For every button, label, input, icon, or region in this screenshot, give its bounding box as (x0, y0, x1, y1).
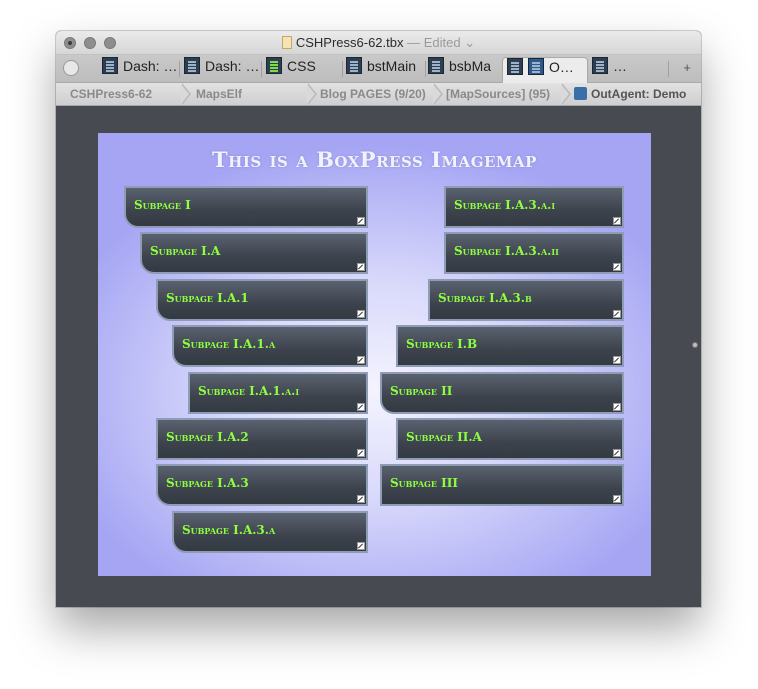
edited-status[interactable]: — Edited (407, 35, 460, 50)
imagemap-box-subpage-ii-a[interactable]: Subpage II.A (396, 418, 624, 460)
breadcrumb-separator-icon (181, 83, 192, 105)
tab-dash-1[interactable]: Dash: … (102, 57, 178, 81)
external-link-icon (613, 403, 621, 411)
document-list-icon (507, 58, 523, 75)
imagemap-box-subpage-i[interactable]: Subpage I (124, 186, 368, 228)
external-link-icon (613, 495, 621, 503)
resize-handle[interactable] (692, 342, 698, 348)
window-title: CSHPress6-62.tbx — Edited ⌄ (56, 35, 701, 51)
tab-bsbmain[interactable]: bsbMa (428, 57, 500, 81)
tab-more[interactable]: … (592, 57, 652, 81)
breadcrumb-separator-icon (433, 83, 444, 105)
outline-icon (574, 87, 587, 100)
box-label: Subpage II.A (406, 430, 482, 444)
main-canvas: This is a BoxPress Imagemap Subpage I Su… (56, 106, 701, 607)
box-label: Subpage I.A.1.a (182, 337, 276, 351)
imagemap-box-subpage-i-a-1-a-i[interactable]: Subpage I.A.1.a.i (188, 372, 368, 414)
imagemap-box-subpage-iii[interactable]: Subpage III (380, 464, 624, 506)
box-label: Subpage III (390, 476, 458, 490)
breadcrumb-item-label: OutAgent: Demo (591, 87, 687, 101)
imagemap-box-subpage-i-a-3-a-ii[interactable]: Subpage I.A.3.a.ii (444, 232, 624, 274)
box-label: Subpage I.B (406, 337, 478, 351)
document-list-icon (346, 57, 362, 74)
external-link-icon (613, 449, 621, 457)
external-link-icon (357, 310, 365, 318)
external-link-icon (357, 217, 365, 225)
document-list-icon (102, 57, 118, 74)
box-label: Subpage I.A.3.b (438, 291, 532, 305)
tab-label: Dash: … (205, 58, 260, 74)
tab-label: O… (549, 59, 574, 75)
title-bar: CSHPress6-62.tbx — Edited ⌄ (56, 31, 701, 55)
document-list-icon (184, 57, 200, 74)
imagemap-box-subpage-i-b[interactable]: Subpage I.B (396, 325, 624, 367)
document-list-icon (428, 57, 444, 74)
box-label: Subpage I.A.1 (166, 291, 249, 305)
imagemap-title: This is a BoxPress Imagemap (212, 147, 537, 172)
imagemap-box-subpage-i-a-3-b[interactable]: Subpage I.A.3.b (428, 279, 624, 321)
box-label: Subpage I.A.3.a (182, 523, 276, 537)
tab-bstmain[interactable]: bstMain (346, 57, 426, 81)
box-label: Subpage I (134, 198, 191, 212)
box-label: Subpage I.A.1.a.i (198, 384, 300, 398)
tab-label: CSS (287, 58, 316, 74)
breadcrumb: CSHPress6-62 MapsElf Blog PAGES (9/20) [… (56, 83, 701, 106)
external-link-icon (357, 403, 365, 411)
box-label: Subpage I.A.3.a.ii (454, 244, 559, 258)
imagemap-box-subpage-i-a-1-a[interactable]: Subpage I.A.1.a (172, 325, 368, 367)
boxpress-imagemap: This is a BoxPress Imagemap Subpage I Su… (98, 133, 651, 576)
window-title-text: CSHPress6-62.tbx (295, 35, 404, 50)
external-link-icon (613, 356, 621, 364)
tab-overview-icon[interactable] (63, 60, 79, 76)
external-link-icon (357, 263, 365, 271)
tab-outagent-active[interactable]: O… (502, 57, 588, 83)
tab-label: bsbMa (449, 58, 492, 74)
document-icon (281, 36, 292, 49)
box-label: Subpage I.A.3.a.i (454, 198, 556, 212)
box-label: Subpage I.A.3 (166, 476, 249, 490)
new-tab-button[interactable]: + (683, 60, 691, 75)
tab-label: Dash: … (123, 58, 178, 74)
external-link-icon (613, 263, 621, 271)
external-link-icon (613, 217, 621, 225)
breadcrumb-item-mapself[interactable]: MapsElf (196, 87, 242, 101)
breadcrumb-separator-icon (307, 83, 318, 105)
green-list-icon (266, 57, 282, 74)
tab-bar: Dash: … Dash: … CSS bstMain bsbMa O… … + (56, 55, 701, 83)
tab-css[interactable]: CSS (266, 57, 344, 81)
external-link-icon (357, 356, 365, 364)
imagemap-box-subpage-i-a-3[interactable]: Subpage I.A.3 (156, 464, 368, 506)
imagemap-box-subpage-i-a-2[interactable]: Subpage I.A.2 (156, 418, 368, 460)
chevron-down-icon[interactable]: ⌄ (464, 35, 475, 50)
imagemap-box-subpage-i-a-3-a[interactable]: Subpage I.A.3.a (172, 511, 368, 553)
box-label: Subpage I.A.2 (166, 430, 249, 444)
imagemap-box-subpage-i-a[interactable]: Subpage I.A (140, 232, 368, 274)
imagemap-box-subpage-i-a-1[interactable]: Subpage I.A.1 (156, 279, 368, 321)
external-link-icon (357, 542, 365, 550)
breadcrumb-item-outagent[interactable]: OutAgent: Demo (574, 87, 686, 101)
breadcrumb-item-blog-pages[interactable]: Blog PAGES (9/20) (320, 87, 426, 101)
imagemap-box-subpage-i-a-3-a-i[interactable]: Subpage I.A.3.a.i (444, 186, 624, 228)
tab-label: … (613, 58, 627, 74)
box-label: Subpage I.A (150, 244, 221, 258)
tab-label: bstMain (367, 58, 417, 74)
document-list-icon (592, 57, 608, 74)
breadcrumb-item-cshpress[interactable]: CSHPress6-62 (70, 87, 152, 101)
breadcrumb-separator-icon (561, 83, 572, 105)
tab-dash-2[interactable]: Dash: … (184, 57, 260, 81)
breadcrumb-item-mapsources[interactable]: [MapSources] (95) (446, 87, 550, 101)
outline-icon (528, 58, 544, 75)
external-link-icon (357, 495, 365, 503)
external-link-icon (613, 310, 621, 318)
box-label: Subpage II (390, 384, 453, 398)
app-window: CSHPress6-62.tbx — Edited ⌄ Dash: … Dash… (56, 31, 701, 607)
imagemap-box-subpage-ii[interactable]: Subpage II (380, 372, 624, 414)
external-link-icon (357, 449, 365, 457)
